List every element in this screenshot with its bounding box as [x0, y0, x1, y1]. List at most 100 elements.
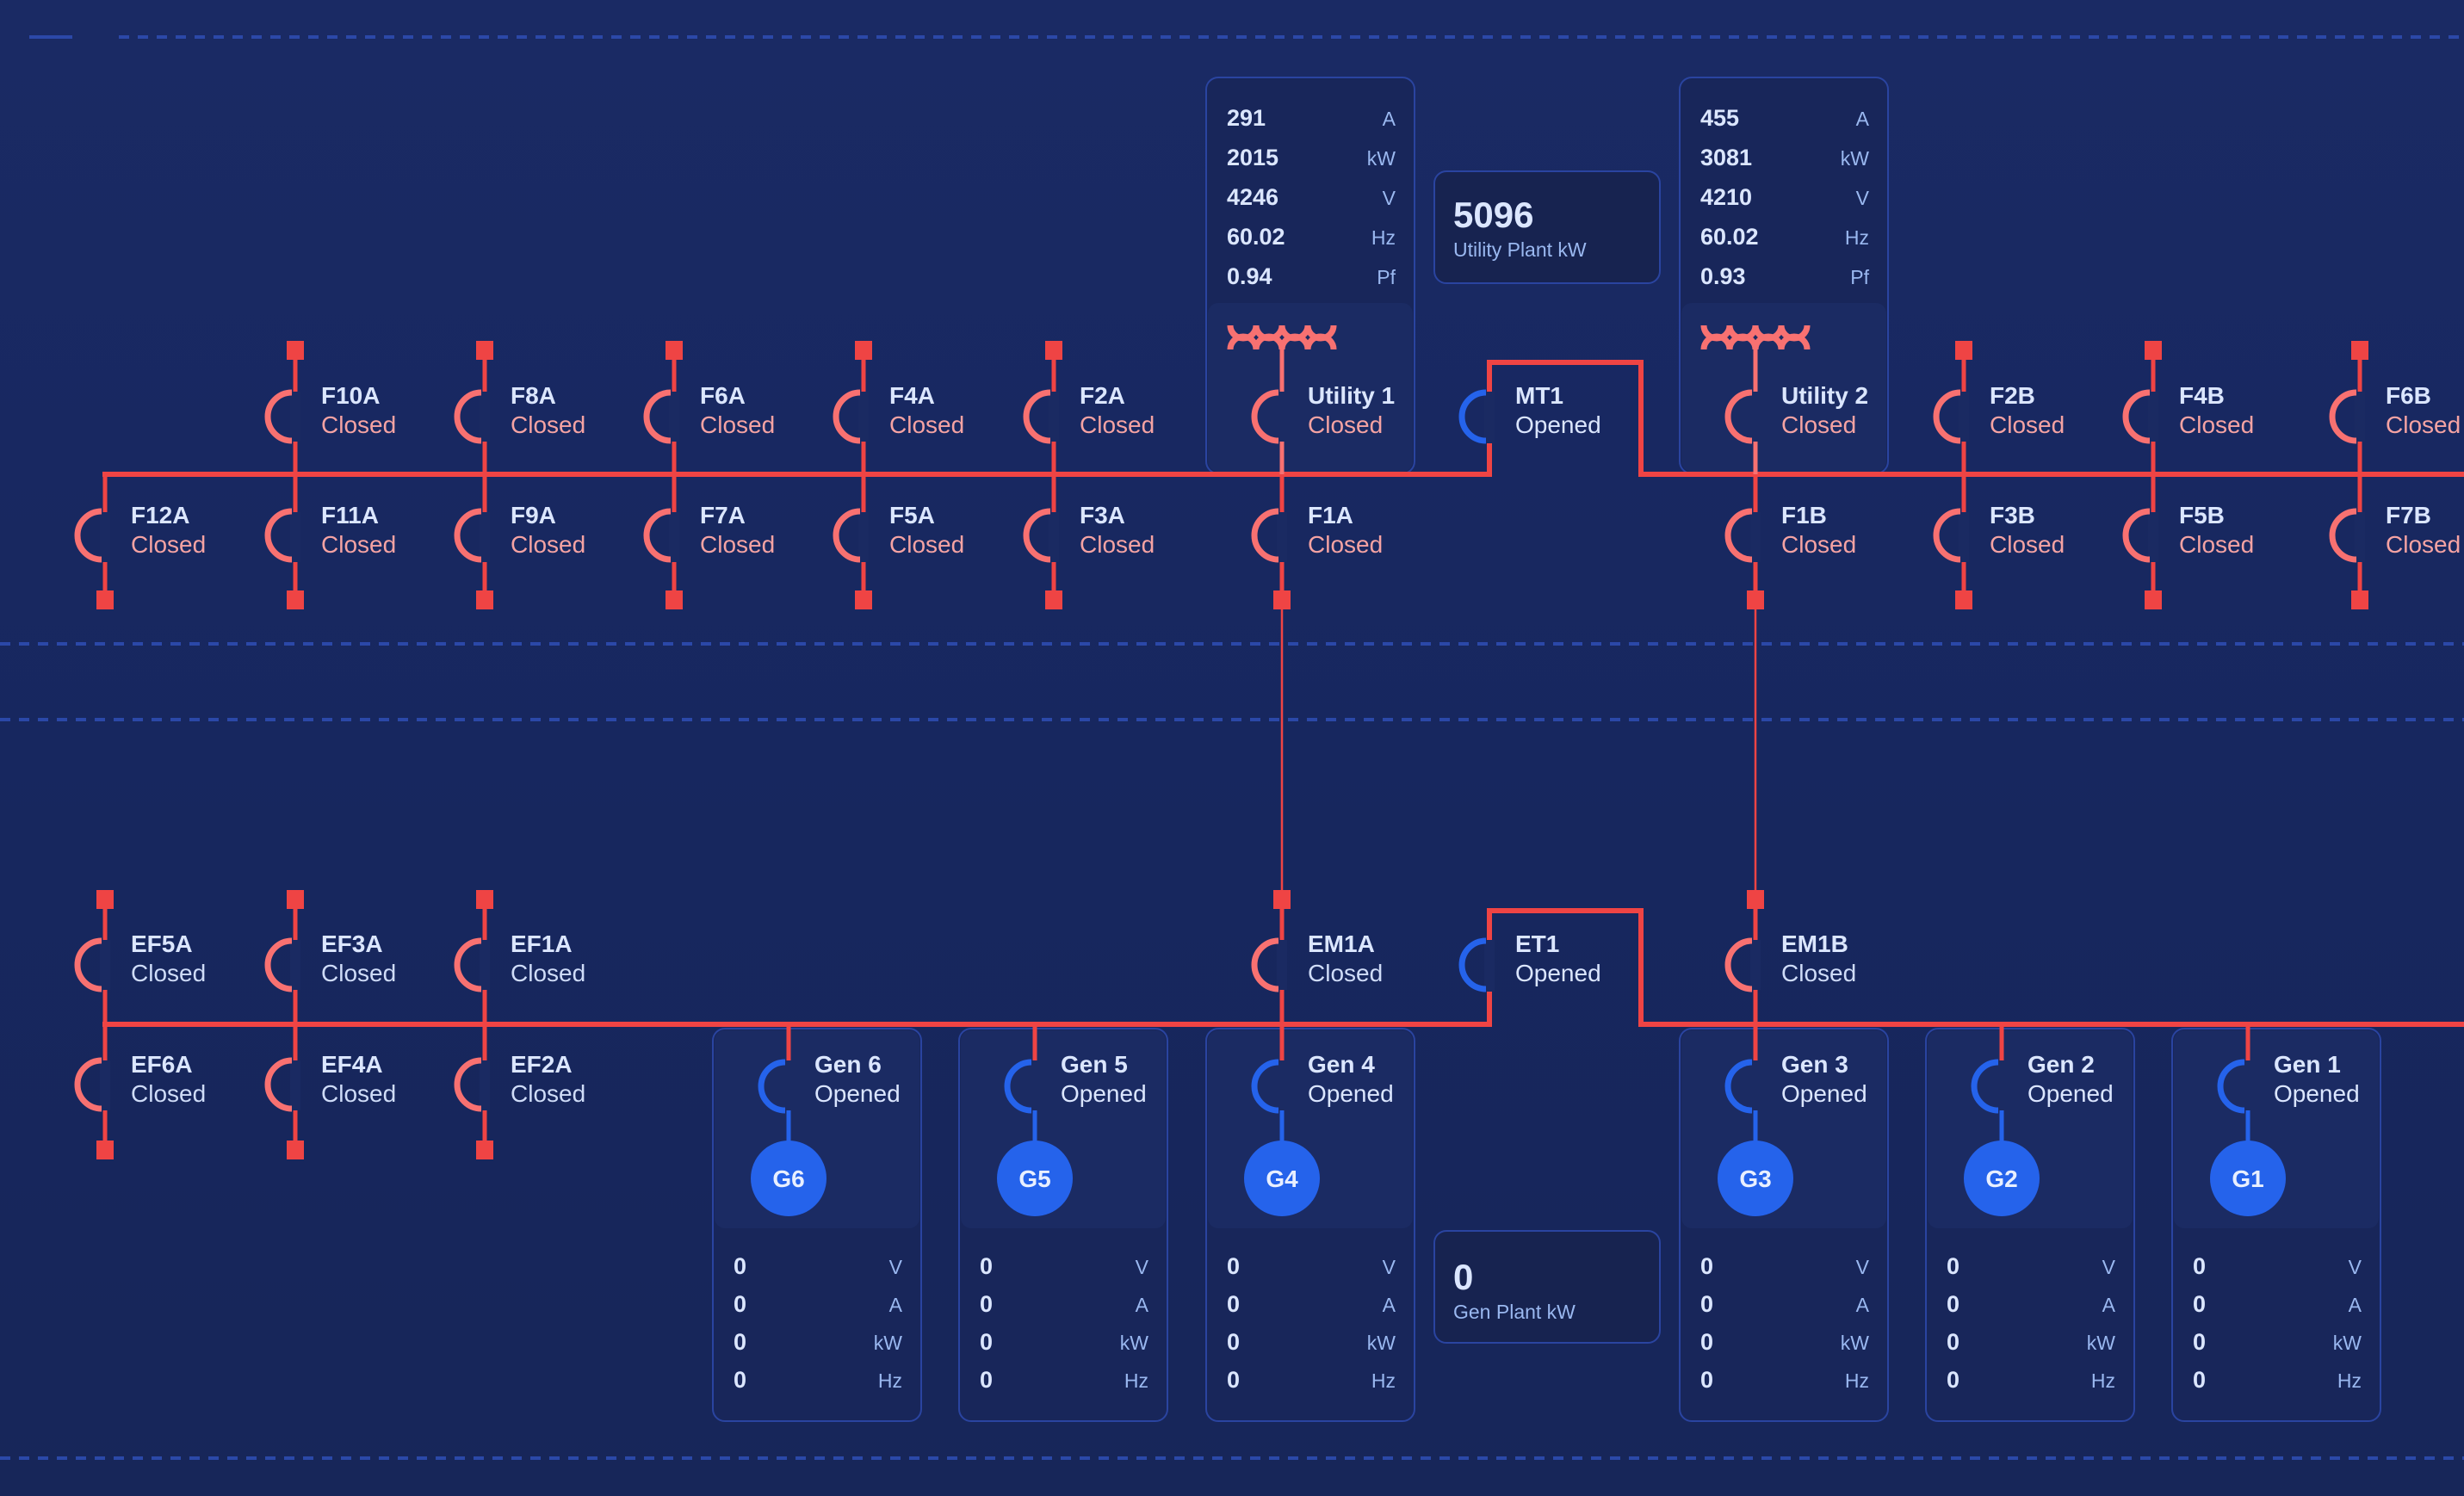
gen-plant-label: Gen Plant kW — [1453, 1301, 1576, 1323]
meter-value: 0 — [2193, 1253, 2206, 1279]
feeder-f11a-name: F11A — [321, 502, 379, 529]
breaker-gap — [100, 512, 110, 562]
breaker-gap — [2148, 392, 2158, 442]
feeder-f6a-name: F6A — [700, 382, 746, 409]
breaker-f3a[interactable] — [1023, 508, 1051, 563]
meter-unit: A — [1136, 1294, 1149, 1316]
meter-value: 0 — [1700, 1329, 1713, 1355]
breaker-ef3a[interactable] — [264, 937, 293, 992]
breaker-f7a[interactable] — [643, 508, 672, 563]
feeder-f6b-name: F6B — [2386, 382, 2431, 409]
breaker-mt1[interactable] — [1458, 389, 1487, 444]
gen-plant-value: 0 — [1453, 1257, 1473, 1297]
breaker-arc-icon — [643, 508, 672, 563]
breaker-f12a[interactable] — [74, 508, 102, 563]
meter-value: 4246 — [1227, 184, 1278, 210]
breaker-gap — [480, 1060, 490, 1110]
breaker-f3b[interactable] — [1933, 508, 1961, 563]
breaker-gap — [1049, 512, 1059, 562]
meter-unit: kW — [2087, 1332, 2116, 1354]
feeder-f3a-name: F3A — [1080, 502, 1125, 529]
utility-1-status: Closed — [1308, 411, 1383, 438]
feeder-ef6a-status: Closed — [131, 1080, 206, 1107]
feeder-f8a-name: F8A — [511, 382, 556, 409]
meter-unit: kW — [1841, 147, 1870, 170]
breaker-f8a[interactable] — [454, 389, 482, 444]
utility-plant-kpi: 5096 Utility Plant kW — [1433, 170, 1661, 284]
breaker-arc-icon — [1023, 508, 1051, 563]
feeder-f12a-name: F12A — [131, 502, 189, 529]
meter-value: 0 — [2193, 1291, 2206, 1317]
feeder-f10a-status: Closed — [321, 411, 396, 438]
meter-unit: V — [1383, 1256, 1396, 1278]
breaker-gap — [480, 512, 490, 562]
breaker-f7b[interactable] — [2329, 508, 2357, 563]
meter-unit: A — [2102, 1294, 2116, 1316]
terminal-icon — [96, 590, 114, 609]
generator-badge: G3 — [1739, 1165, 1771, 1192]
meter-unit: V — [1136, 1256, 1149, 1278]
terminal-icon — [1273, 890, 1291, 909]
terminal-icon — [476, 1141, 493, 1159]
generator-1-name: Gen 1 — [2274, 1051, 2341, 1078]
terminal-icon — [1955, 341, 1972, 360]
meter-unit: V — [1856, 1256, 1870, 1278]
meter-value: 0 — [1700, 1253, 1713, 1279]
breaker-f9a[interactable] — [454, 508, 482, 563]
terminal-icon — [287, 890, 304, 909]
breaker-f10a[interactable] — [264, 389, 293, 444]
meter-unit: kW — [1120, 1332, 1149, 1354]
breaker-arc-icon — [264, 937, 293, 992]
breaker-f5b[interactable] — [2122, 508, 2151, 563]
meter-unit: V — [2349, 1256, 2362, 1278]
feeder-ef2a-name: EF2A — [511, 1051, 573, 1078]
meter-value: 60.02 — [1227, 224, 1285, 250]
feeder-f3b-name: F3B — [1990, 502, 2035, 529]
terminal-icon — [1045, 341, 1062, 360]
breaker-et1[interactable] — [1458, 937, 1487, 992]
breaker-arc-icon — [1458, 937, 1487, 992]
breaker-gap — [480, 940, 490, 990]
utility-plant-value: 5096 — [1453, 195, 1533, 235]
breaker-f4a[interactable] — [833, 389, 861, 444]
breaker-f1b[interactable] — [1724, 508, 1753, 563]
meter-value: 0.93 — [1700, 263, 1746, 289]
gen-plant-kpi: 0 Gen Plant kW — [1433, 1230, 1661, 1344]
breaker-em1b[interactable] — [1724, 937, 1753, 992]
breaker-gap — [1750, 512, 1761, 562]
generator-5-name: Gen 5 — [1061, 1051, 1128, 1078]
breaker-em1a[interactable] — [1251, 937, 1279, 992]
breaker-ef6a[interactable] — [74, 1057, 102, 1112]
feeder-f3b-status: Closed — [1990, 531, 2065, 558]
terminal-icon — [287, 590, 304, 609]
breaker-f2b[interactable] — [1933, 389, 1961, 444]
generator-badge: G6 — [772, 1165, 804, 1192]
meter-unit: kW — [2333, 1332, 2362, 1354]
feeder-f7b-name: F7B — [2386, 502, 2431, 529]
terminal-icon — [476, 590, 493, 609]
breaker-f6b[interactable] — [2329, 389, 2357, 444]
feeder-ef3a-status: Closed — [321, 960, 396, 986]
breaker-gap — [1049, 392, 1059, 442]
breaker-f11a[interactable] — [264, 508, 293, 563]
meter-value: 3081 — [1700, 145, 1752, 170]
generator-1-status: Opened — [2274, 1080, 2360, 1107]
breaker-f5a[interactable] — [833, 508, 861, 563]
breaker-gap — [1277, 392, 1287, 442]
breaker-gap — [290, 512, 300, 562]
breaker-ef1a[interactable] — [454, 937, 482, 992]
breaker-f2a[interactable] — [1023, 389, 1051, 444]
breaker-f6a[interactable] — [643, 389, 672, 444]
breaker-ef5a[interactable] — [74, 937, 102, 992]
breaker-f4b[interactable] — [2122, 389, 2151, 444]
breaker-f1a[interactable] — [1251, 508, 1279, 563]
breaker-ef2a[interactable] — [454, 1057, 482, 1112]
breaker-gap — [858, 512, 869, 562]
meter-value: 0 — [2193, 1367, 2206, 1393]
feeder-f5b-status: Closed — [2179, 531, 2254, 558]
breaker-ef4a[interactable] — [264, 1057, 293, 1112]
meter-value: 0 — [1947, 1329, 1959, 1355]
terminal-icon — [666, 341, 683, 360]
feeder-ef5a-status: Closed — [131, 960, 206, 986]
meter-unit: kW — [1367, 147, 1396, 170]
